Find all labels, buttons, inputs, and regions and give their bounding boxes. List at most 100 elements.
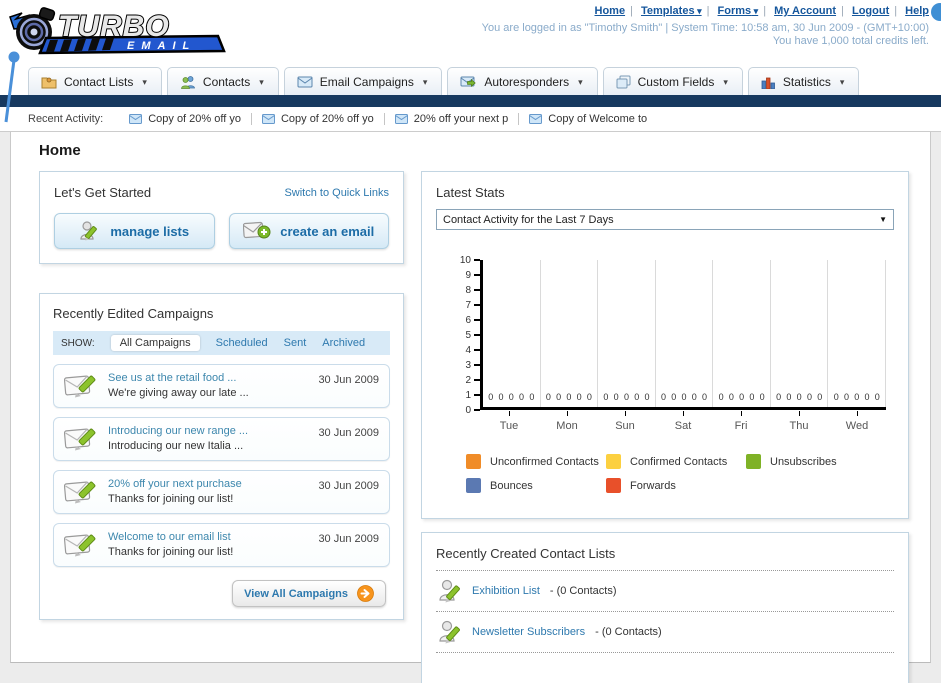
manage-lists-button[interactable]: manage lists <box>54 213 215 249</box>
nav-templates-link[interactable]: Templates <box>641 5 702 17</box>
bar-value-label: 0 <box>786 392 792 402</box>
y-axis-tick: 1 <box>440 389 480 401</box>
filter-archived[interactable]: Archived <box>322 337 365 349</box>
show-label: SHOW: <box>61 337 95 349</box>
activity-item[interactable]: 20% off your next p <box>385 113 520 125</box>
campaign-row[interactable]: Welcome to our email list Thanks for joi… <box>53 523 390 567</box>
campaign-row[interactable]: See us at the retail food ... We're givi… <box>53 364 390 408</box>
create-email-button[interactable]: create an email <box>228 213 389 249</box>
bar-value-label: 0 <box>644 392 650 402</box>
main-nav-tabs: Contact Lists Contacts Email Campaigns <box>28 67 860 95</box>
campaign-row[interactable]: Introducing our new range ... Introducin… <box>53 417 390 461</box>
navy-divider-bar <box>0 95 941 107</box>
bar-value-label: 0 <box>529 392 535 402</box>
bar-value-label: 0 <box>728 392 734 402</box>
campaigns-title: Recently Edited Campaigns <box>53 306 214 321</box>
campaign-subtitle: Thanks for joining our list! <box>108 546 234 558</box>
legend-item: Forwards <box>606 478 746 493</box>
nav-home-link[interactable]: Home <box>595 5 626 17</box>
tab-email-campaigns[interactable]: Email Campaigns <box>283 67 443 95</box>
chart-legend: Unconfirmed Contacts Confirmed Contacts Un… <box>466 454 886 502</box>
contact-list-row[interactable]: Exhibition List - (0 Contacts) <box>436 571 894 612</box>
chart-y-axis: 10 9 8 7 6 5 4 3 2 1 0 <box>440 255 480 416</box>
filter-sent[interactable]: Sent <box>284 337 307 349</box>
main-content: Home Let's Get Started Switch to Quick L… <box>10 132 931 683</box>
manage-lists-label: manage lists <box>110 223 190 239</box>
contact-activity-chart: 10 9 8 7 6 5 4 3 2 1 0 000000000000000000000000000… <box>440 255 887 434</box>
activity-item[interactable]: Copy of 20% off yo <box>119 113 252 125</box>
x-axis-label: Tue <box>480 411 538 434</box>
bar-value-label: 0 <box>874 392 880 402</box>
filter-scheduled[interactable]: Scheduled <box>216 337 268 349</box>
bar-value-label: 0 <box>488 392 494 402</box>
get-started-title: Let's Get Started <box>54 185 152 200</box>
tab-autoresponders[interactable]: Autoresponders <box>447 67 598 95</box>
campaign-subtitle: We're giving away our late ... <box>108 387 249 399</box>
x-axis-label: Sun <box>596 411 654 434</box>
envelope-icon <box>129 114 143 124</box>
tab-statistics[interactable]: Statistics <box>747 67 860 95</box>
nav-my-account-link[interactable]: My Account <box>774 5 836 17</box>
tab-contacts[interactable]: Contacts <box>166 67 279 95</box>
tab-label: Email Campaigns <box>319 75 414 89</box>
y-axis-tick: 10 <box>440 254 480 266</box>
nav-help-link[interactable]: Help <box>905 5 929 17</box>
bar-value-label: 0 <box>498 392 504 402</box>
legend-swatch <box>466 454 481 469</box>
contact-list-link[interactable]: Exhibition List <box>472 585 540 597</box>
contact-list-row[interactable]: Newsletter Subscribers - (0 Contacts) <box>436 612 894 653</box>
y-axis-tick: 2 <box>440 374 480 386</box>
bar-value-label: 0 <box>634 392 640 402</box>
contact-list-link[interactable]: Newsletter Subscribers <box>472 626 585 638</box>
activity-item[interactable]: Copy of Welcome to <box>519 113 657 125</box>
legend-swatch <box>606 454 621 469</box>
campaign-title-link[interactable]: 20% off your next purchase <box>108 477 242 492</box>
person-pencil-icon <box>80 221 98 241</box>
nav-forms-link[interactable]: Forms <box>718 5 759 17</box>
campaign-title-link[interactable]: Introducing our new range ... <box>108 424 248 439</box>
campaign-row[interactable]: 20% off your next purchase Thanks for jo… <box>53 470 390 514</box>
recent-contact-lists-panel: Recently Created Contact Lists Exhibitio… <box>421 532 909 683</box>
legend-swatch <box>466 478 481 493</box>
y-axis-tick: 7 <box>440 299 480 311</box>
bar-value-label: 0 <box>702 392 708 402</box>
top-header: EMAIL TURBO Home| Templates| Forms| My A… <box>0 0 941 95</box>
campaign-date: 30 Jun 2009 <box>318 374 379 386</box>
campaign-title-link[interactable]: Welcome to our email list <box>108 530 233 545</box>
campaign-date: 30 Jun 2009 <box>318 480 379 492</box>
tab-custom-fields[interactable]: Custom Fields <box>602 67 743 95</box>
bar-value-label: 0 <box>519 392 525 402</box>
page-title: Home <box>39 142 81 159</box>
tab-contact-lists[interactable]: Contact Lists <box>28 67 162 95</box>
filter-all-campaigns[interactable]: All Campaigns <box>110 335 200 351</box>
campaign-title-link[interactable]: See us at the retail food ... <box>108 371 249 386</box>
logo-graphic: EMAIL TURBO <box>9 7 226 55</box>
tab-label: Contacts <box>202 75 251 89</box>
tab-label: Statistics <box>782 75 831 89</box>
view-all-campaigns-button[interactable]: View All Campaigns <box>232 580 386 607</box>
x-axis-label: Wed <box>828 411 886 434</box>
bar-value-label: 0 <box>806 392 812 402</box>
campaign-envelope-pencil-icon <box>64 375 96 398</box>
stats-period-value: Contact Activity for the Last 7 Days <box>443 213 614 226</box>
logo-turbo-text: TURBO <box>58 10 170 43</box>
switch-quick-links-link[interactable]: Switch to Quick Links <box>284 187 389 199</box>
y-axis-tick: 4 <box>440 344 480 356</box>
bar-value-label: 0 <box>749 392 755 402</box>
chart-x-labels: Tue Mon Sun Sat Fri Thu Wed <box>480 411 886 434</box>
campaign-envelope-pencil-icon <box>64 481 96 504</box>
stats-period-select[interactable]: Contact Activity for the Last 7 Days ▼ <box>436 209 894 230</box>
nav-logout-link[interactable]: Logout <box>852 5 889 17</box>
tab-label: Contact Lists <box>64 75 134 89</box>
orange-arrow-icon <box>357 585 374 602</box>
bar-value-label: 0 <box>508 392 514 402</box>
turbo-email-logo: EMAIL TURBO <box>6 3 238 62</box>
person-pencil-icon <box>439 579 460 603</box>
chart-day-group: 00000 <box>828 260 887 407</box>
bar-value-label: 0 <box>833 392 839 402</box>
envelope-icon <box>394 114 408 124</box>
bar-value-label: 0 <box>739 392 745 402</box>
help-bubble-icon[interactable] <box>931 3 941 21</box>
bar-value-label: 0 <box>660 392 666 402</box>
activity-item[interactable]: Copy of 20% off yo <box>252 113 385 125</box>
